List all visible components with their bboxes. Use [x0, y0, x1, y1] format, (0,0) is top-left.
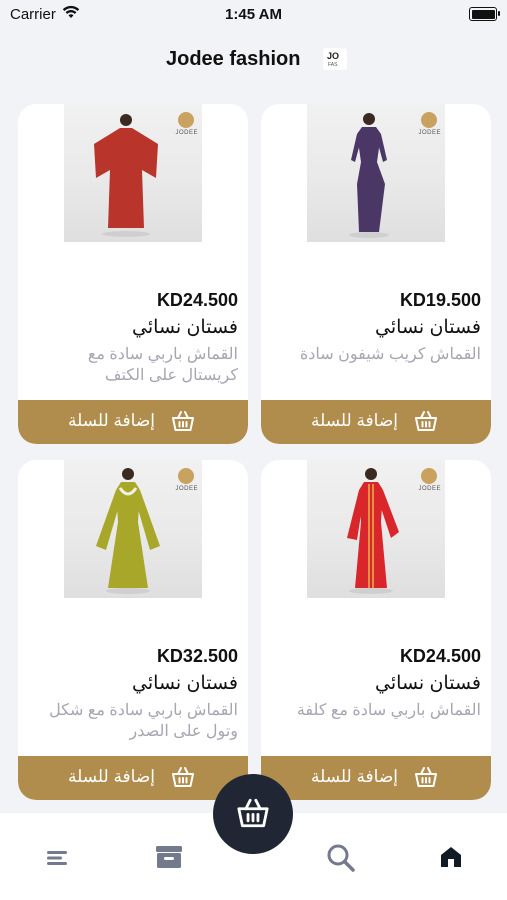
product-description: القماش باربي سادة مع كلفة [296, 702, 481, 719]
battery-icon [469, 7, 500, 21]
product-description: القماش باربي سادة مع شكل وتول على الصدر [49, 702, 238, 740]
product-price: KD32.500 [156, 646, 238, 666]
product-name: فستان نسائي [132, 317, 238, 338]
svg-text:FAS: FAS [328, 62, 338, 68]
brand-mark-icon [178, 112, 194, 128]
product-price: KD24.500 [156, 290, 238, 310]
brand-mark-text: JODEE [418, 130, 441, 136]
add-to-cart-button[interactable]: إضافة للسلة [261, 756, 491, 800]
menu-icon[interactable] [47, 843, 69, 871]
add-to-cart-label: إضافة للسلة [311, 411, 399, 430]
product-card[interactable]: JODEE KD19.500 فستان نسائي القماش كريب ش… [261, 104, 491, 444]
product-description: القماش باربي سادة مع كريستال على الكتف [87, 346, 238, 384]
cart-fab-button[interactable] [213, 774, 293, 854]
brand-mark-text: JODEE [175, 486, 198, 492]
brand-mark-icon [421, 468, 437, 484]
product-price: KD24.500 [399, 646, 481, 666]
product-card[interactable]: JODEE KD24.500 فستان نسائي القماش باربي … [18, 104, 248, 444]
brand-logo: JO FAS [323, 48, 347, 70]
product-card[interactable]: JODEE KD32.500 فستان نسائي القماش باربي … [18, 460, 248, 800]
product-name: فستان نسائي [132, 673, 238, 694]
add-to-cart-button[interactable]: إضافة للسلة [18, 756, 248, 800]
search-icon[interactable] [326, 843, 356, 873]
product-image[interactable]: JODEE [307, 460, 445, 598]
product-image[interactable]: JODEE [64, 104, 202, 242]
product-image[interactable]: JODEE [307, 104, 445, 242]
product-price: KD19.500 [399, 290, 481, 310]
add-to-cart-label: إضافة للسلة [68, 767, 156, 786]
status-bar: Carrier 1:45 AM [0, 0, 507, 28]
basket-icon [237, 798, 269, 828]
app-header: Jodee fashion JO FAS [0, 42, 507, 78]
add-to-cart-button[interactable]: إضافة للسلة [18, 400, 248, 444]
product-card[interactable]: JODEE KD24.500 فستان نسائي القماش باربي … [261, 460, 491, 800]
add-to-cart-label: إضافة للسلة [311, 767, 399, 786]
basket-icon [415, 767, 437, 787]
basket-icon [415, 411, 437, 431]
brand-mark-text: JODEE [175, 130, 198, 136]
brand-mark-icon [421, 112, 437, 128]
page-title: Jodee fashion [166, 48, 301, 70]
home-icon[interactable] [439, 843, 463, 871]
basket-icon [172, 767, 194, 787]
svg-text:JO: JO [327, 51, 339, 61]
product-name: فستان نسائي [375, 673, 481, 694]
product-image[interactable]: JODEE [64, 460, 202, 598]
clock: 1:45 AM [225, 6, 282, 23]
brand-mark-text: JODEE [418, 486, 441, 492]
storefront-icon[interactable] [155, 843, 183, 871]
add-to-cart-button[interactable]: إضافة للسلة [261, 400, 491, 444]
product-name: فستان نسائي [375, 317, 481, 338]
brand-mark-icon [178, 468, 194, 484]
add-to-cart-label: إضافة للسلة [68, 411, 156, 430]
basket-icon [172, 411, 194, 431]
product-description: القماش كريب شيفون سادة [299, 346, 481, 363]
